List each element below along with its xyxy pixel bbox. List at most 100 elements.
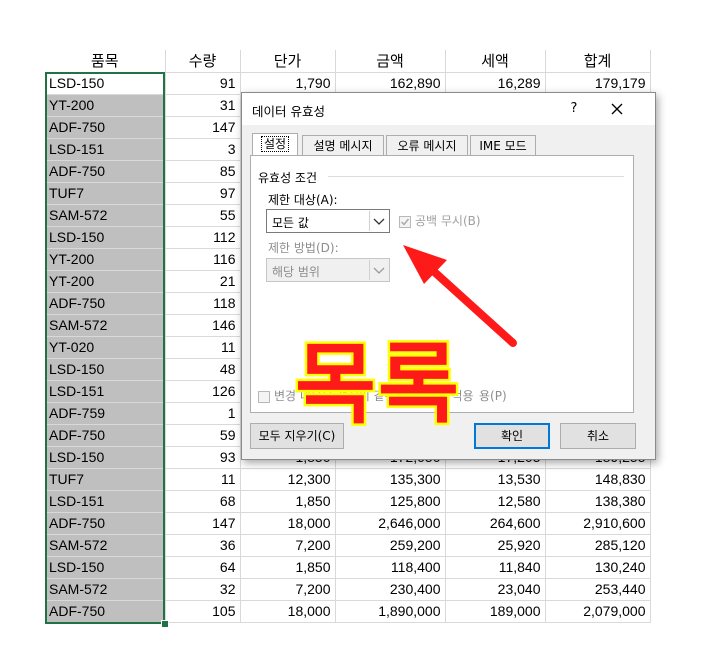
- item-cell[interactable]: LSD-150: [45, 556, 166, 579]
- ignore-blank-checkbox[interactable]: 공백 무시(B): [399, 212, 481, 229]
- value-cell[interactable]: 1,890,000: [335, 600, 446, 623]
- value-cell[interactable]: 105: [165, 600, 241, 623]
- value-cell[interactable]: 147: [165, 512, 241, 535]
- value-cell[interactable]: 18,000: [240, 600, 336, 623]
- value-cell[interactable]: 147: [165, 116, 241, 139]
- ok-button[interactable]: 확인: [474, 423, 550, 449]
- value-cell[interactable]: 259,200: [335, 534, 446, 557]
- value-cell[interactable]: 64: [165, 556, 241, 579]
- value-cell[interactable]: 21: [165, 270, 241, 293]
- item-cell[interactable]: LSD-150: [45, 358, 166, 381]
- value-cell[interactable]: 230,400: [335, 578, 446, 601]
- value-cell[interactable]: 31: [165, 94, 241, 117]
- value-cell[interactable]: 118,400: [335, 556, 446, 579]
- value-cell[interactable]: 1,850: [240, 556, 336, 579]
- value-cell[interactable]: 116: [165, 248, 241, 271]
- value-cell[interactable]: 3: [165, 138, 241, 161]
- tab-error-alert[interactable]: 오류 메시지: [386, 135, 468, 155]
- item-cell[interactable]: YT-200: [45, 94, 166, 117]
- value-cell[interactable]: 48: [165, 358, 241, 381]
- help-button[interactable]: ?: [564, 99, 584, 119]
- value-cell[interactable]: 32: [165, 578, 241, 601]
- item-cell[interactable]: ADF-750: [45, 116, 166, 139]
- allow-dropdown[interactable]: 모든 값: [266, 209, 390, 233]
- column-header[interactable]: 수량: [165, 50, 241, 73]
- value-cell[interactable]: 23,040: [445, 578, 546, 601]
- value-cell[interactable]: 1,790: [240, 72, 336, 95]
- item-cell[interactable]: ADF-750: [45, 292, 166, 315]
- item-cell[interactable]: LSD-151: [45, 380, 166, 403]
- item-cell[interactable]: YT-020: [45, 336, 166, 359]
- item-cell[interactable]: SAM-572: [45, 204, 166, 227]
- value-cell[interactable]: 85: [165, 160, 241, 183]
- value-cell[interactable]: 16,289: [445, 72, 546, 95]
- item-cell[interactable]: ADF-750: [45, 160, 166, 183]
- close-button[interactable]: [606, 98, 628, 120]
- item-cell[interactable]: TUF7: [45, 182, 166, 205]
- value-cell[interactable]: 285,120: [545, 534, 651, 557]
- value-cell[interactable]: 7,200: [240, 578, 336, 601]
- item-cell[interactable]: LSD-151: [45, 138, 166, 161]
- value-cell[interactable]: 130,240: [545, 556, 651, 579]
- item-cell[interactable]: LSD-150: [45, 226, 166, 249]
- tab-settings[interactable]: 설정: [252, 133, 298, 156]
- data-dropdown[interactable]: 해당 범위: [266, 258, 390, 282]
- value-cell[interactable]: 13,530: [445, 468, 546, 491]
- fill-handle[interactable]: [161, 620, 169, 628]
- value-cell[interactable]: 126: [165, 380, 241, 403]
- value-cell[interactable]: 12,580: [445, 490, 546, 513]
- value-cell[interactable]: 68: [165, 490, 241, 513]
- item-cell[interactable]: LSD-150: [45, 72, 166, 95]
- value-cell[interactable]: 112: [165, 226, 241, 249]
- item-cell[interactable]: ADF-750: [45, 512, 166, 535]
- item-cell[interactable]: YT-200: [45, 248, 166, 271]
- value-cell[interactable]: 12,300: [240, 468, 336, 491]
- value-cell[interactable]: 1: [165, 402, 241, 425]
- column-header[interactable]: 단가: [240, 50, 336, 73]
- value-cell[interactable]: 36: [165, 534, 241, 557]
- item-cell[interactable]: LSD-150: [45, 446, 166, 469]
- item-cell[interactable]: SAM-572: [45, 534, 166, 557]
- value-cell[interactable]: 264,600: [445, 512, 546, 535]
- value-cell[interactable]: 189,000: [445, 600, 546, 623]
- cancel-button[interactable]: 취소: [560, 423, 636, 449]
- value-cell[interactable]: 125,800: [335, 490, 446, 513]
- value-cell[interactable]: 25,920: [445, 534, 546, 557]
- value-cell[interactable]: 1,850: [240, 490, 336, 513]
- item-cell[interactable]: ADF-750: [45, 600, 166, 623]
- value-cell[interactable]: 148,830: [545, 468, 651, 491]
- value-cell[interactable]: 7,200: [240, 534, 336, 557]
- value-cell[interactable]: 11: [165, 336, 241, 359]
- value-cell[interactable]: 135,300: [335, 468, 446, 491]
- value-cell[interactable]: 2,910,600: [545, 512, 651, 535]
- column-header[interactable]: 품목: [45, 50, 166, 73]
- value-cell[interactable]: 97: [165, 182, 241, 205]
- column-header[interactable]: 금액: [335, 50, 446, 73]
- tab-input-message[interactable]: 설명 메시지: [302, 135, 384, 155]
- value-cell[interactable]: 2,079,000: [545, 600, 651, 623]
- value-cell[interactable]: 91: [165, 72, 241, 95]
- item-cell[interactable]: ADF-759: [45, 402, 166, 425]
- item-cell[interactable]: YT-200: [45, 270, 166, 293]
- value-cell[interactable]: 93: [165, 446, 241, 469]
- value-cell[interactable]: 162,890: [335, 72, 446, 95]
- value-cell[interactable]: 11,840: [445, 556, 546, 579]
- column-header[interactable]: 합계: [545, 50, 651, 73]
- item-cell[interactable]: TUF7: [45, 468, 166, 491]
- value-cell[interactable]: 146: [165, 314, 241, 337]
- value-cell[interactable]: 59: [165, 424, 241, 447]
- value-cell[interactable]: 179,179: [545, 72, 651, 95]
- value-cell[interactable]: 2,646,000: [335, 512, 446, 535]
- item-cell[interactable]: LSD-151: [45, 490, 166, 513]
- column-header[interactable]: 세액: [445, 50, 546, 73]
- item-cell[interactable]: SAM-572: [45, 578, 166, 601]
- item-cell[interactable]: ADF-750: [45, 424, 166, 447]
- value-cell[interactable]: 11: [165, 468, 241, 491]
- value-cell[interactable]: 253,440: [545, 578, 651, 601]
- value-cell[interactable]: 118: [165, 292, 241, 315]
- value-cell[interactable]: 138,380: [545, 490, 651, 513]
- value-cell[interactable]: 55: [165, 204, 241, 227]
- item-cell[interactable]: SAM-572: [45, 314, 166, 337]
- value-cell[interactable]: 18,000: [240, 512, 336, 535]
- tab-ime-mode[interactable]: IME 모드: [470, 135, 536, 155]
